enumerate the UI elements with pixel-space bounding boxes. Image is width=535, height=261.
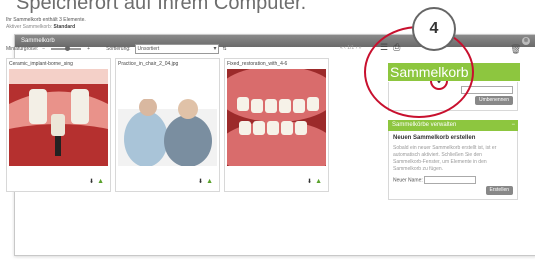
practice-image[interactable] xyxy=(118,69,217,166)
restoration-image[interactable] xyxy=(227,69,326,166)
page-caption: Speicherort auf Ihrem Computer. xyxy=(16,0,307,14)
manage-body: Neuen Sammelkorb erstellen Sobald ein ne… xyxy=(388,131,518,201)
collection-toolbar: Miniaturgröße: − + Sortierung: Unsortier… xyxy=(6,44,227,54)
rename-button[interactable]: Umbenennen xyxy=(474,96,513,106)
download-icon[interactable]: ⬇ xyxy=(307,178,312,185)
step-badge: 4 xyxy=(412,7,456,51)
zoom-out-button[interactable]: − xyxy=(42,46,45,52)
collection-info: Ihr Sammelkorb enthält 3 Elemente. Aktiv… xyxy=(6,17,86,31)
file-name: Practice_in_chair_2_04.jpg xyxy=(118,61,179,67)
thumbnail-tile[interactable]: Practice_in_chair_2_04.jpg ⬇ ▲ xyxy=(115,58,220,192)
sort-label: Sortierung: xyxy=(106,46,131,52)
slider-knob[interactable] xyxy=(65,46,71,51)
create-button[interactable]: Erstellen xyxy=(485,186,513,196)
tile-actions: ⬇ ▲ xyxy=(307,178,322,185)
tile-actions: ⬇ ▲ xyxy=(89,178,104,185)
thumb-size-label: Miniaturgröße: xyxy=(6,46,39,52)
thumbnail-tile[interactable]: Ceramic_implant-borne_sing ⬇ ▲ xyxy=(6,58,111,192)
manage-header-label: Sammelkörbe verwalten xyxy=(392,122,457,128)
info-active: Aktiver Sammelkorb: Standard xyxy=(6,24,76,30)
file-name: Ceramic_implant-borne_sing xyxy=(9,61,73,67)
new-collection-text: Sobald ein neuer Sammelkorb erstellt ist… xyxy=(393,145,497,172)
close-icon[interactable]: ⊗ xyxy=(522,37,530,45)
info-count: Ihr Sammelkorb enthält 3 Elemente. xyxy=(6,17,86,23)
download-icon[interactable]: ⬇ xyxy=(89,178,94,185)
new-name-label: Neuer Name: xyxy=(393,177,423,184)
cart-icon[interactable]: ▲ xyxy=(315,178,322,185)
cart-icon[interactable]: ▲ xyxy=(97,178,104,185)
implant-image[interactable] xyxy=(9,69,108,166)
manage-panel: Sammelkörbe verwalten − Neuen Sammelkorb … xyxy=(388,120,518,201)
new-collection-heading: Neuen Sammelkorb erstellen xyxy=(393,135,476,141)
file-name: Fixed_restoration_with_4-6 xyxy=(227,61,288,67)
thumbnail-grid: Ceramic_implant-borne_sing ⬇ ▲ Practice_i… xyxy=(6,58,329,192)
cart-icon[interactable]: ▲ xyxy=(206,178,213,185)
manage-header[interactable]: Sammelkörbe verwalten − xyxy=(388,120,518,131)
pagination[interactable]: « ‹ 1/1 › » xyxy=(340,45,361,51)
sort-direction-icon[interactable]: ⇅ xyxy=(223,46,227,52)
sort-select[interactable]: Unsortiert xyxy=(134,44,219,54)
active-collection-name: Standard xyxy=(53,24,76,30)
thumbnail-tile[interactable]: Fixed_restoration_with_4-6 ⬇ ▲ xyxy=(224,58,329,192)
download-icon[interactable]: ⬇ xyxy=(198,178,203,185)
trash-icon[interactable]: 🗑 xyxy=(510,44,521,55)
tile-actions: ⬇ ▲ xyxy=(198,178,213,185)
new-name-input[interactable] xyxy=(424,176,477,184)
collapse-icon[interactable]: − xyxy=(511,120,515,131)
zoom-in-button[interactable]: + xyxy=(87,46,90,52)
thumb-size-slider[interactable] xyxy=(51,46,82,51)
